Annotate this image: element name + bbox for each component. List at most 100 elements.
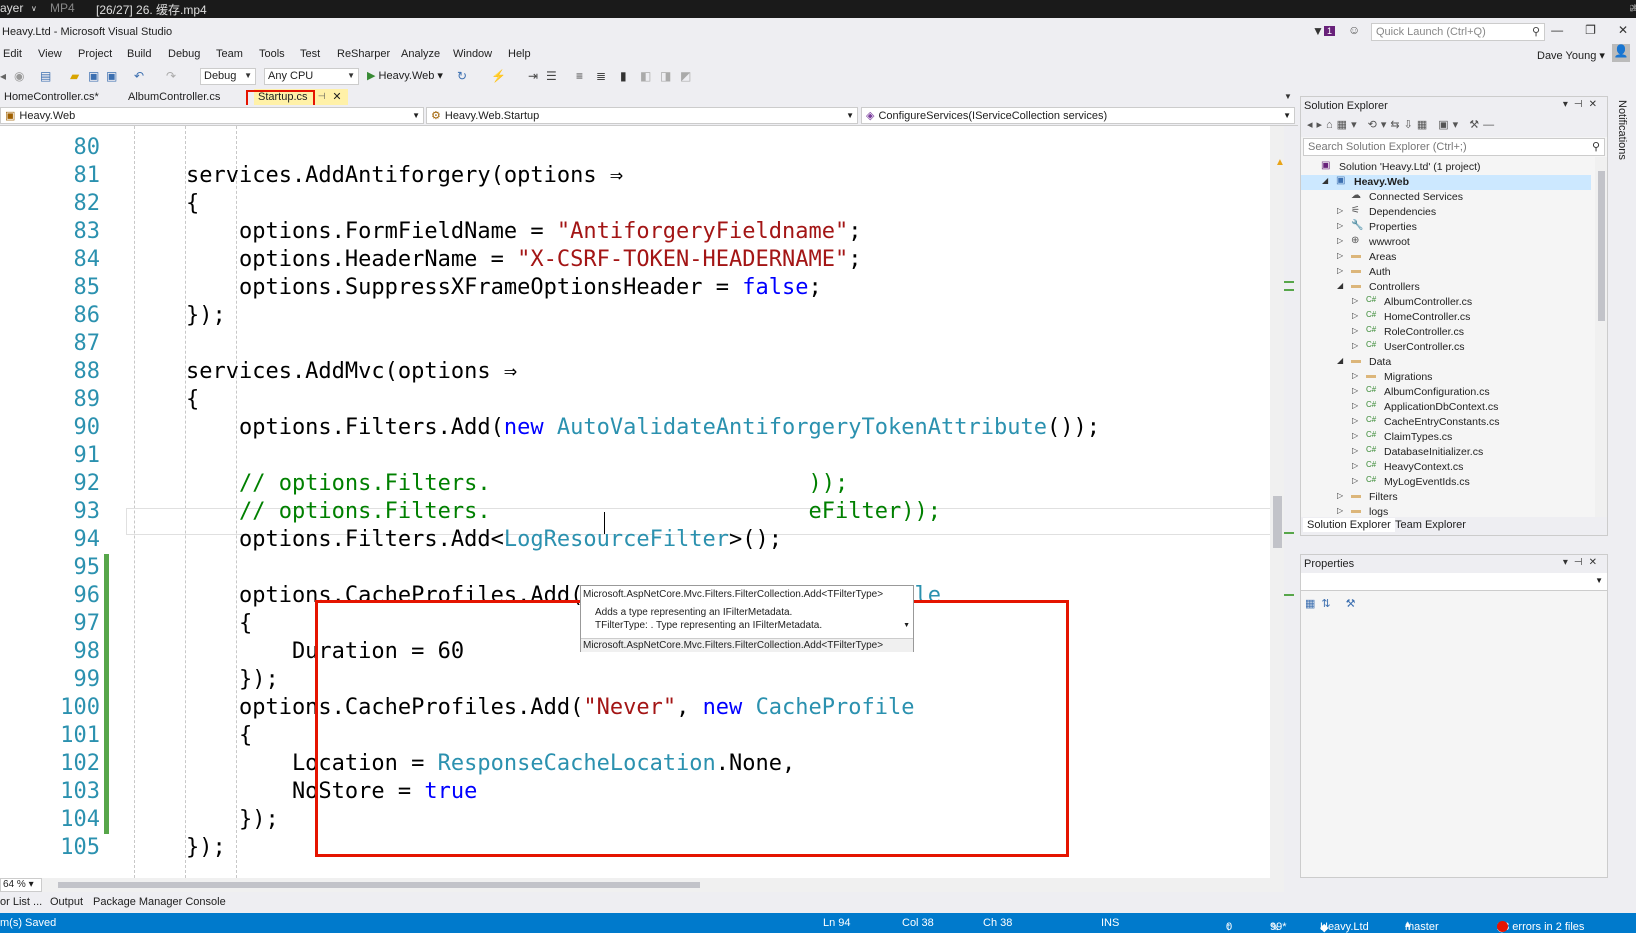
- collapse-icon[interactable]: ◢: [1337, 281, 1343, 290]
- menu-analyze[interactable]: Analyze: [401, 48, 440, 60]
- tab-homecontroller[interactable]: HomeController.cs*: [0, 89, 103, 105]
- expand-icon[interactable]: ▷: [1337, 206, 1343, 215]
- back-icon[interactable]: ◂: [0, 69, 6, 83]
- prev-bookmark-icon[interactable]: ◧: [640, 69, 651, 83]
- clear-bookmarks-icon[interactable]: ◩: [680, 69, 691, 83]
- code-line[interactable]: 85 options.SuppressXFrameOptionsHeader =…: [0, 274, 1284, 302]
- menu-view[interactable]: View: [38, 48, 62, 60]
- user-name[interactable]: Dave Young ▾: [1537, 49, 1605, 62]
- expand-icon[interactable]: ▷: [1337, 491, 1343, 500]
- code-line[interactable]: 80: [0, 134, 1284, 162]
- expand-icon[interactable]: ▷: [1352, 386, 1358, 395]
- code-line[interactable]: 91: [0, 442, 1284, 470]
- expand-icon[interactable]: ▷: [1337, 506, 1343, 515]
- new-project-icon[interactable]: ▤: [40, 69, 51, 83]
- expand-icon[interactable]: ▷: [1352, 341, 1358, 350]
- tree-item[interactable]: ▷ ▬ Auth: [1301, 265, 1591, 280]
- expand-icon[interactable]: ▷: [1352, 296, 1358, 305]
- solution-explorer-scrollbar[interactable]: [1595, 157, 1607, 521]
- expand-icon[interactable]: ▷: [1337, 221, 1343, 230]
- expand-icon[interactable]: ▷: [1352, 416, 1358, 425]
- tree-item[interactable]: ▷ C# ClaimTypes.cs: [1301, 430, 1591, 445]
- collapse-icon[interactable]: ◢: [1337, 356, 1343, 365]
- solution-platform-select[interactable]: Any CPU ▼: [264, 68, 359, 85]
- code-line[interactable]: 81 services.AddAntiforgery(options ⇒: [0, 162, 1284, 190]
- editor-vertical-scrollbar[interactable]: [1270, 126, 1284, 878]
- tree-item[interactable]: ◢ ▬ Controllers: [1301, 280, 1591, 295]
- member-dropdown[interactable]: ◈ ConfigureServices(IServiceCollection se…: [861, 107, 1295, 124]
- warning-icon[interactable]: ▲: [1275, 157, 1285, 168]
- editor-horizontal-scrollbar[interactable]: 64 % ▾: [0, 878, 1284, 892]
- properties-toolbar[interactable]: ▦⇅ ⚒: [1305, 597, 1362, 610]
- tree-item[interactable]: ▷ ▬ Areas: [1301, 250, 1591, 265]
- refresh-icon[interactable]: ↻: [457, 69, 467, 83]
- expand-icon[interactable]: ▷: [1337, 266, 1343, 275]
- panel-controls[interactable]: ▾⊣✕: [1563, 99, 1603, 110]
- type-dropdown[interactable]: ⚙ Heavy.Web.Startup ▼: [426, 107, 858, 124]
- open-folder-icon[interactable]: ▰: [70, 69, 79, 83]
- player-menu-arrow-icon[interactable]: ∨: [31, 4, 37, 13]
- tree-item[interactable]: ▷ C# HomeController.cs: [1301, 310, 1591, 325]
- user-avatar[interactable]: 👤: [1612, 44, 1630, 62]
- expand-icon[interactable]: ▷: [1352, 311, 1358, 320]
- code-line[interactable]: 82 {: [0, 190, 1284, 218]
- menu-debug[interactable]: Debug: [168, 48, 200, 60]
- menu-window[interactable]: Window: [453, 48, 492, 60]
- project-dropdown[interactable]: ▣ Heavy.Web ▼: [0, 107, 424, 124]
- menu-tools[interactable]: Tools: [259, 48, 285, 60]
- status-branch[interactable]: ⑂ master ▴: [1405, 917, 1439, 933]
- scrollbar-thumb[interactable]: [1273, 496, 1282, 548]
- menu-test[interactable]: Test: [300, 48, 320, 60]
- tab-package-manager-console[interactable]: Package Manager Console: [93, 896, 226, 908]
- tree-item[interactable]: ▷ C# AlbumConfiguration.cs: [1301, 385, 1591, 400]
- quick-launch-input[interactable]: Quick Launch (Ctrl+Q) ⚲: [1371, 23, 1545, 41]
- expand-icon[interactable]: ▷: [1352, 326, 1358, 335]
- expand-icon[interactable]: ▷: [1352, 461, 1358, 470]
- solution-explorer-search[interactable]: Search Solution Explorer (Ctrl+;) ⚲: [1303, 138, 1605, 156]
- next-bookmark-icon[interactable]: ◨: [660, 69, 671, 83]
- save-all-icon[interactable]: ▣: [106, 69, 117, 83]
- close-icon[interactable]: ✕: [332, 90, 341, 103]
- player-menu[interactable]: ayer: [0, 1, 23, 15]
- tab-albumcontroller[interactable]: AlbumController.cs: [124, 89, 224, 105]
- format-icon[interactable]: ☰: [546, 69, 557, 83]
- code-line[interactable]: 93 // options.Filters. eFilter));: [0, 498, 1284, 526]
- code-line[interactable]: 92 // options.Filters. ));: [0, 470, 1284, 498]
- forward-icon[interactable]: ◉: [14, 69, 24, 83]
- tab-error-list[interactable]: or List ...: [0, 896, 42, 908]
- restore-icon[interactable]: ❐: [1585, 23, 1596, 37]
- expand-icon[interactable]: ▷: [1337, 251, 1343, 260]
- tree-item[interactable]: ◢ ▣ Heavy.Web: [1301, 175, 1591, 190]
- tree-item[interactable]: ▷ C# MyLogEventIds.cs: [1301, 475, 1591, 490]
- tree-item[interactable]: ▷ ⊕ wwwroot: [1301, 235, 1591, 250]
- scrollbar-thumb[interactable]: [1598, 171, 1605, 321]
- uncomment-icon[interactable]: ≣: [596, 69, 606, 83]
- tree-item[interactable]: ▣ Solution 'Heavy.Ltd' (1 project): [1301, 160, 1591, 175]
- code-line[interactable]: 90 options.Filters.Add(new AutoValidateA…: [0, 414, 1284, 442]
- code-line[interactable]: 83 options.FormFieldName = "AntiforgeryF…: [0, 218, 1284, 246]
- browser-link-icon[interactable]: ⚡: [491, 69, 506, 83]
- tree-item[interactable]: ▷ C# CacheEntryConstants.cs: [1301, 415, 1591, 430]
- menu-help[interactable]: Help: [508, 48, 531, 60]
- status-insert-mode[interactable]: INS: [1101, 917, 1119, 929]
- code-editor[interactable]: 80 81 services.AddAntiforgery(options ⇒ 82…: [0, 126, 1284, 878]
- feedback-icon[interactable]: ☺: [1348, 23, 1360, 37]
- menu-resharper[interactable]: ReSharper: [337, 48, 390, 60]
- tree-item[interactable]: ▷ C# ApplicationDbContext.cs: [1301, 400, 1591, 415]
- expand-icon[interactable]: ▷: [1352, 431, 1358, 440]
- tree-item[interactable]: ▷ 🔧 Properties: [1301, 220, 1591, 235]
- code-line[interactable]: 94 options.Filters.Add<LogResourceFilter…: [0, 526, 1284, 554]
- redo-icon[interactable]: ↷: [166, 69, 176, 83]
- panel-controls[interactable]: ▾⊣✕: [1563, 557, 1603, 568]
- tooltip-scroll-icon[interactable]: ▼: [903, 622, 910, 629]
- comment-icon[interactable]: ≡: [576, 69, 583, 83]
- tree-item[interactable]: ▷ ⚟ Dependencies: [1301, 205, 1591, 220]
- pin-icon[interactable]: ⊣: [318, 91, 326, 102]
- solution-explorer-toolbar[interactable]: ◂▸⌂▦▾ ⟲▾⇆⇩▦ ▣▾ ⚒—: [1301, 115, 1607, 137]
- search-icon[interactable]: ⚲: [1592, 140, 1600, 153]
- code-line[interactable]: 87: [0, 330, 1284, 358]
- notification-count[interactable]: 1: [1324, 26, 1336, 36]
- tree-item[interactable]: ▷ ▬ Filters: [1301, 490, 1591, 505]
- expand-icon[interactable]: ▷: [1337, 236, 1343, 245]
- expand-icon[interactable]: ▷: [1352, 476, 1358, 485]
